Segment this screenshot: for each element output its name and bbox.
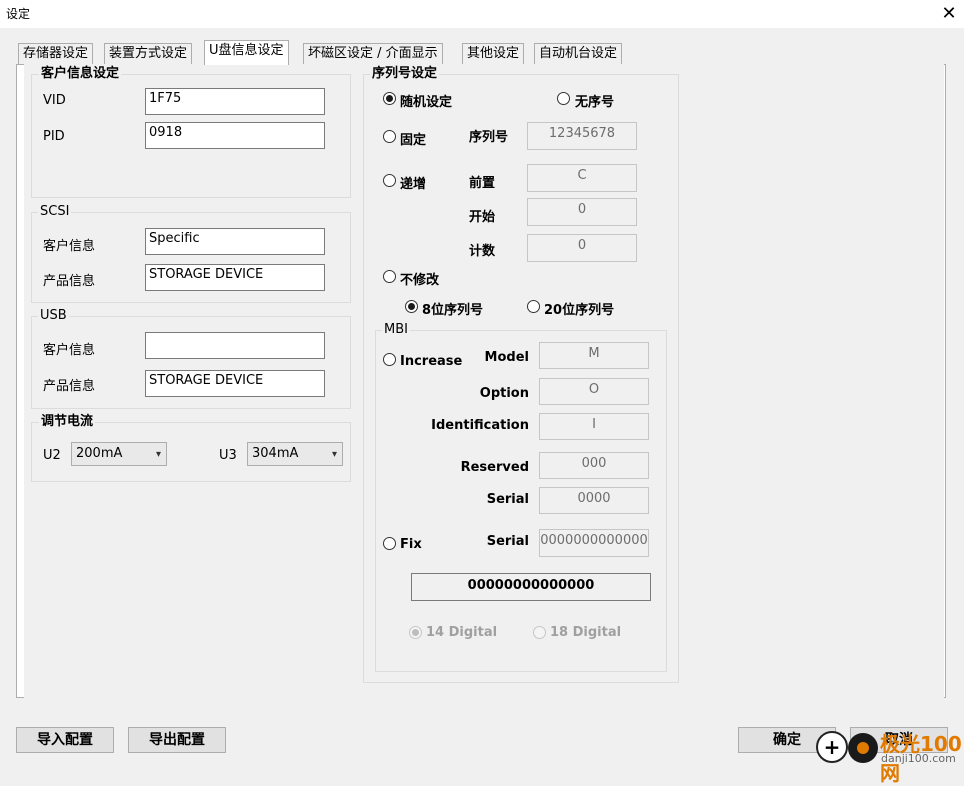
option-label: Option — [479, 386, 529, 401]
nomodify-radio[interactable] — [383, 270, 396, 283]
scsi-product-label: 产品信息 — [43, 274, 96, 289]
fix-serial-label: Serial — [486, 534, 529, 549]
serial-title: 序列号设定 — [370, 66, 440, 81]
reserved-field[interactable]: 000 — [539, 452, 649, 479]
serial-no-label: 序列号 — [469, 130, 509, 145]
u2-select[interactable]: 200mA ▾ — [71, 442, 167, 466]
usb-customer-field[interactable] — [145, 332, 325, 359]
chevron-down-icon: ▾ — [155, 449, 161, 460]
scsi-customer-field[interactable]: Specific — [145, 228, 325, 255]
tab-device-mode[interactable]: 装置方式设定 — [104, 43, 193, 65]
random-label: 随机设定 — [400, 95, 453, 110]
scsi-product-field[interactable]: STORAGE DEVICE — [145, 264, 325, 291]
export-config-button[interactable]: 导出配置 — [128, 727, 226, 753]
watermark-url: danji100.com — [881, 752, 956, 765]
watermark-plus-icon: + — [816, 731, 848, 763]
start-label: 开始 — [469, 210, 496, 225]
watermark-logo-icon — [848, 733, 878, 763]
digit14-label: 14 Digital — [426, 625, 498, 640]
option-field[interactable]: O — [539, 378, 649, 405]
fix-radio[interactable] — [383, 537, 396, 550]
mbi-result-field[interactable]: 00000000000000 — [411, 573, 651, 601]
tab-bad-sector[interactable]: 坏磁区设定 / 介面显示 — [303, 43, 443, 65]
u2-select-value: 200mA — [76, 446, 123, 461]
digit18-radio[interactable] — [533, 626, 546, 639]
len20-radio[interactable] — [527, 300, 540, 313]
window-title: 设定 — [6, 7, 31, 21]
u2-label: U2 — [43, 448, 61, 463]
nomodify-label: 不修改 — [400, 273, 440, 288]
fix-serial-field[interactable]: 0000000000000 — [539, 529, 649, 557]
prefix-field[interactable]: C — [527, 164, 637, 192]
title-bar — [0, 0, 964, 28]
vid-field[interactable]: 1F75 — [145, 88, 325, 115]
increment-radio[interactable] — [383, 174, 396, 187]
model-label: Model — [484, 350, 529, 365]
fixed-radio[interactable] — [383, 130, 396, 143]
tab-auto-machine[interactable]: 自动机台设定 — [534, 43, 623, 65]
vid-label: VID — [43, 93, 66, 108]
scsi-customer-label: 客户信息 — [43, 239, 96, 254]
pid-field[interactable]: 0918 — [145, 122, 325, 149]
usb-product-field[interactable]: STORAGE DEVICE — [145, 370, 325, 397]
digit18-label: 18 Digital — [550, 625, 622, 640]
len8-label: 8位序列号 — [422, 303, 484, 318]
increment-label: 递增 — [400, 177, 427, 192]
customer-info-title: 客户信息设定 — [39, 66, 122, 81]
start-field[interactable]: 0 — [527, 198, 637, 226]
prefix-label: 前置 — [469, 176, 496, 191]
tab-storage[interactable]: 存储器设定 — [18, 43, 94, 65]
u3-select[interactable]: 304mA ▾ — [247, 442, 343, 466]
u3-select-value: 304mA — [252, 446, 299, 461]
serial-no-field[interactable]: 12345678 — [527, 122, 637, 150]
len20-label: 20位序列号 — [544, 303, 615, 318]
identification-field[interactable]: I — [539, 413, 649, 440]
current-title: 调节电流 — [39, 414, 96, 429]
fixed-label: 固定 — [400, 133, 427, 148]
digit14-radio[interactable] — [409, 626, 422, 639]
scsi-title: SCSI — [38, 204, 72, 219]
usb-title: USB — [38, 308, 69, 323]
count-field[interactable]: 0 — [527, 234, 637, 262]
pid-label: PID — [43, 129, 65, 144]
chevron-down-icon: ▾ — [331, 449, 337, 460]
identification-label: Identification — [431, 418, 529, 433]
tab-udisk-info[interactable]: U盘信息设定 — [204, 40, 289, 65]
u3-label: U3 — [219, 448, 237, 463]
model-field[interactable]: M — [539, 342, 649, 369]
increase-radio[interactable] — [383, 353, 396, 366]
usb-customer-label: 客户信息 — [43, 343, 96, 358]
len8-radio[interactable] — [405, 300, 418, 313]
import-config-button[interactable]: 导入配置 — [16, 727, 114, 753]
random-radio[interactable] — [383, 92, 396, 105]
close-icon[interactable]: ✕ — [939, 4, 959, 24]
none-radio[interactable] — [557, 92, 570, 105]
count-label: 计数 — [469, 244, 496, 259]
mbi-serial-label: Serial — [486, 492, 529, 507]
fix-label: Fix — [400, 537, 422, 552]
tab-other[interactable]: 其他设定 — [462, 43, 525, 65]
mbi-serial-field[interactable]: 0000 — [539, 487, 649, 514]
usb-product-label: 产品信息 — [43, 379, 96, 394]
reserved-label: Reserved — [460, 460, 529, 475]
none-label: 无序号 — [575, 95, 615, 110]
mbi-title: MBI — [382, 322, 410, 337]
